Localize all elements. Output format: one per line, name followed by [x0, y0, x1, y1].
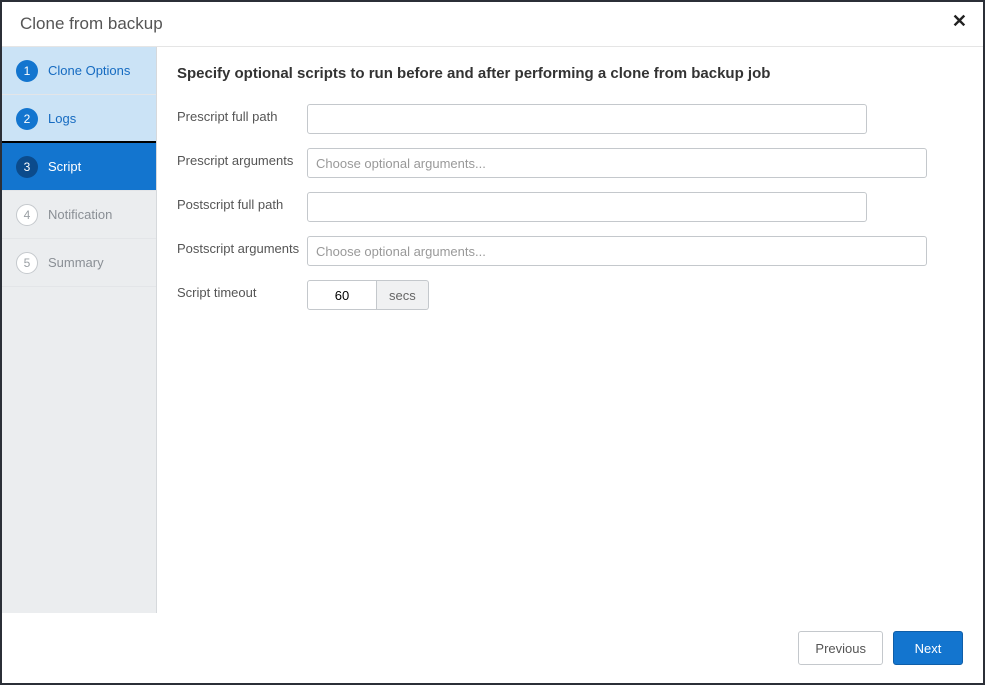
label-prescript-args: Prescript arguments — [177, 148, 307, 169]
sidebar-item-summary[interactable]: 5 Summary — [2, 239, 156, 287]
sidebar-item-label: Script — [48, 159, 81, 174]
postscript-path-input[interactable] — [307, 192, 867, 222]
dialog-body: 1 Clone Options 2 Logs 3 Script 4 Notifi… — [2, 47, 983, 614]
prescript-path-input[interactable] — [307, 104, 867, 134]
prescript-args-input[interactable] — [307, 148, 927, 178]
step-number-icon: 5 — [16, 252, 38, 274]
label-script-timeout: Script timeout — [177, 280, 307, 301]
sidebar-item-label: Logs — [48, 111, 76, 126]
row-prescript-args: Prescript arguments — [177, 148, 951, 178]
step-number-icon: 3 — [16, 156, 38, 178]
wizard-sidebar: 1 Clone Options 2 Logs 3 Script 4 Notifi… — [2, 47, 157, 614]
row-prescript-path: Prescript full path — [177, 104, 951, 134]
sidebar-item-logs[interactable]: 2 Logs — [2, 95, 156, 143]
step-number-icon: 1 — [16, 60, 38, 82]
sidebar-item-notification[interactable]: 4 Notification — [2, 191, 156, 239]
row-postscript-path: Postscript full path — [177, 192, 951, 222]
label-prescript-path: Prescript full path — [177, 104, 307, 125]
sidebar-item-script[interactable]: 3 Script — [2, 143, 156, 191]
main-panel: Specify optional scripts to run before a… — [157, 47, 983, 614]
sidebar-item-label: Summary — [48, 255, 104, 270]
script-timeout-input[interactable] — [307, 280, 377, 310]
previous-button[interactable]: Previous — [798, 631, 883, 665]
page-heading: Specify optional scripts to run before a… — [177, 65, 951, 82]
next-button[interactable]: Next — [893, 631, 963, 665]
dialog-footer: Previous Next — [2, 613, 983, 683]
timeout-group: secs — [307, 280, 429, 310]
sidebar-item-label: Clone Options — [48, 63, 130, 78]
step-number-icon: 2 — [16, 108, 38, 130]
script-timeout-unit: secs — [377, 280, 429, 310]
sidebar-item-clone-options[interactable]: 1 Clone Options — [2, 47, 156, 95]
label-postscript-path: Postscript full path — [177, 192, 307, 213]
dialog-header: Clone from backup ✕ — [2, 2, 983, 47]
label-postscript-args: Postscript arguments — [177, 236, 307, 257]
postscript-args-input[interactable] — [307, 236, 927, 266]
row-postscript-args: Postscript arguments — [177, 236, 951, 266]
step-number-icon: 4 — [16, 204, 38, 226]
dialog-title: Clone from backup — [20, 14, 163, 34]
close-icon[interactable]: ✕ — [952, 12, 967, 30]
row-script-timeout: Script timeout secs — [177, 280, 951, 310]
sidebar-item-label: Notification — [48, 207, 112, 222]
